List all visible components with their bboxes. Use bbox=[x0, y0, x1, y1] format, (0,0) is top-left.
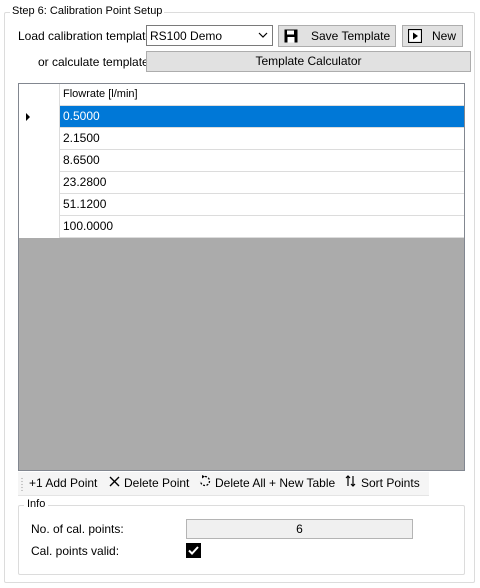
sort-icon bbox=[345, 472, 356, 495]
sort-points-button[interactable]: Sort Points bbox=[345, 472, 420, 496]
delete-point-button[interactable]: Delete Point bbox=[109, 472, 189, 496]
row-header-cell[interactable] bbox=[19, 194, 60, 216]
delete-all-button[interactable]: Delete All + New Table bbox=[199, 472, 335, 496]
flowrate-column-header[interactable]: Flowrate [l/min] bbox=[60, 84, 464, 105]
row-header-cell[interactable] bbox=[19, 216, 60, 238]
delete-all-label: Delete All + New Table bbox=[215, 476, 336, 490]
chevron-down-icon bbox=[257, 28, 269, 42]
checkmark-icon bbox=[186, 546, 201, 561]
sort-points-label: Sort Points bbox=[361, 476, 420, 490]
save-template-label: Save Template bbox=[311, 29, 391, 43]
flowrate-cell[interactable]: 100.0000 bbox=[60, 216, 464, 237]
table-row[interactable]: 51.1200 bbox=[19, 194, 464, 216]
template-select-value: RS100 Demo bbox=[150, 29, 223, 43]
points-valid-label: Cal. points valid: bbox=[31, 544, 120, 558]
calibration-points-grid[interactable]: Flowrate [l/min] 0.5000 2.1500 8.6500 23.28… bbox=[18, 83, 465, 471]
floppy-disk-icon bbox=[284, 29, 298, 46]
points-toolbar: +1 Add Point Delete Point Delete All + N… bbox=[18, 472, 429, 496]
flowrate-cell[interactable]: 2.1500 bbox=[60, 128, 464, 149]
row-header-cell[interactable] bbox=[19, 106, 60, 128]
row-header-cell[interactable] bbox=[19, 150, 60, 172]
row-header-cell[interactable] bbox=[19, 128, 60, 150]
row-header-cell[interactable] bbox=[19, 172, 60, 194]
new-template-button[interactable]: New bbox=[402, 25, 463, 47]
flowrate-cell[interactable]: 8.6500 bbox=[60, 150, 464, 171]
info-group bbox=[18, 505, 465, 575]
points-valid-checkbox[interactable] bbox=[186, 543, 201, 558]
refresh-icon bbox=[199, 472, 211, 495]
toolbar-grip[interactable] bbox=[21, 477, 23, 491]
flowrate-cell[interactable]: 23.2800 bbox=[60, 172, 464, 193]
current-row-arrow-icon bbox=[26, 113, 30, 121]
point-count-value: 6 bbox=[186, 519, 413, 539]
flowrate-cell[interactable]: 51.1200 bbox=[60, 194, 464, 215]
table-row[interactable]: 8.6500 bbox=[19, 150, 464, 172]
table-row[interactable]: 0.5000 bbox=[19, 106, 464, 128]
delete-point-label: Delete Point bbox=[124, 476, 190, 490]
point-count-label: No. of cal. points: bbox=[31, 522, 124, 536]
info-title: Info bbox=[24, 498, 49, 510]
group-title: Step 6: Calibration Point Setup bbox=[10, 5, 165, 17]
table-row[interactable]: 2.1500 bbox=[19, 128, 464, 150]
table-row[interactable]: 23.2800 bbox=[19, 172, 464, 194]
new-play-icon bbox=[407, 28, 423, 46]
table-row[interactable]: 100.0000 bbox=[19, 216, 464, 238]
grid-header-row: Flowrate [l/min] bbox=[19, 84, 464, 106]
template-select[interactable]: RS100 Demo bbox=[146, 25, 273, 46]
calc-template-label: or calculate template: bbox=[38, 55, 153, 69]
new-template-label: New bbox=[432, 29, 457, 43]
add-point-button[interactable]: +1 Add Point bbox=[29, 472, 97, 496]
corner-header-cell bbox=[19, 84, 60, 106]
save-template-button[interactable]: Save Template bbox=[278, 25, 396, 47]
template-calculator-button[interactable]: Template Calculator bbox=[146, 51, 471, 72]
flowrate-cell[interactable]: 0.5000 bbox=[60, 106, 464, 127]
close-icon bbox=[109, 472, 120, 495]
load-template-label: Load calibration template: bbox=[18, 29, 156, 43]
